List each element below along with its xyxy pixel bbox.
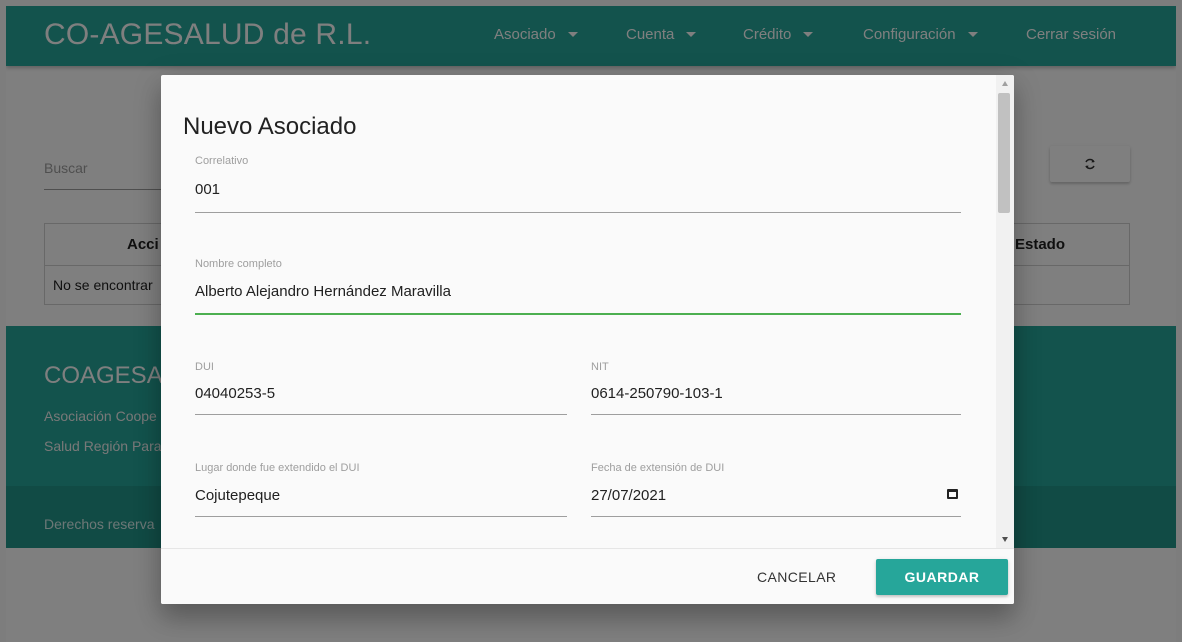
fecha-dui-underline <box>591 516 961 517</box>
scrollbar-thumb[interactable] <box>998 93 1010 213</box>
calendar-icon[interactable] <box>947 489 958 499</box>
correlativo-label: Correlativo <box>195 155 249 167</box>
scroll-up-arrow-icon[interactable] <box>1002 81 1008 86</box>
lugar-dui-field[interactable]: Cojutepeque <box>195 487 280 504</box>
dialog-actions: CANCELAR GUARDAR <box>161 548 1014 604</box>
lugar-dui-label: Lugar donde fue extendido el DUI <box>195 462 360 474</box>
correlativo-field[interactable]: 001 <box>195 181 220 198</box>
scroll-down-arrow-icon[interactable] <box>1002 537 1008 542</box>
fecha-dui-field[interactable]: 27/07/2021 <box>591 487 666 504</box>
dialog-title: Nuevo Asociado <box>183 113 357 140</box>
cancel-button[interactable]: CANCELAR <box>757 569 836 585</box>
nit-field[interactable]: 0614-250790-103-1 <box>591 385 723 402</box>
correlativo-underline <box>195 212 961 213</box>
nit-underline <box>591 414 961 415</box>
dui-field[interactable]: 04040253-5 <box>195 385 275 402</box>
dui-underline <box>195 414 567 415</box>
fecha-dui-label: Fecha de extensión de DUI <box>591 462 725 474</box>
save-button[interactable]: GUARDAR <box>876 559 1008 595</box>
nombre-label: Nombre completo <box>195 258 282 270</box>
lugar-dui-underline <box>195 516 567 517</box>
dui-label: DUI <box>195 361 214 373</box>
nombre-underline <box>195 313 961 315</box>
nombre-completo-field[interactable]: Alberto Alejandro Hernández Maravilla <box>195 283 451 300</box>
nit-label: NIT <box>591 361 609 373</box>
nuevo-asociado-dialog: Nuevo Asociado Correlativo 001 Nombre co… <box>161 75 1014 604</box>
